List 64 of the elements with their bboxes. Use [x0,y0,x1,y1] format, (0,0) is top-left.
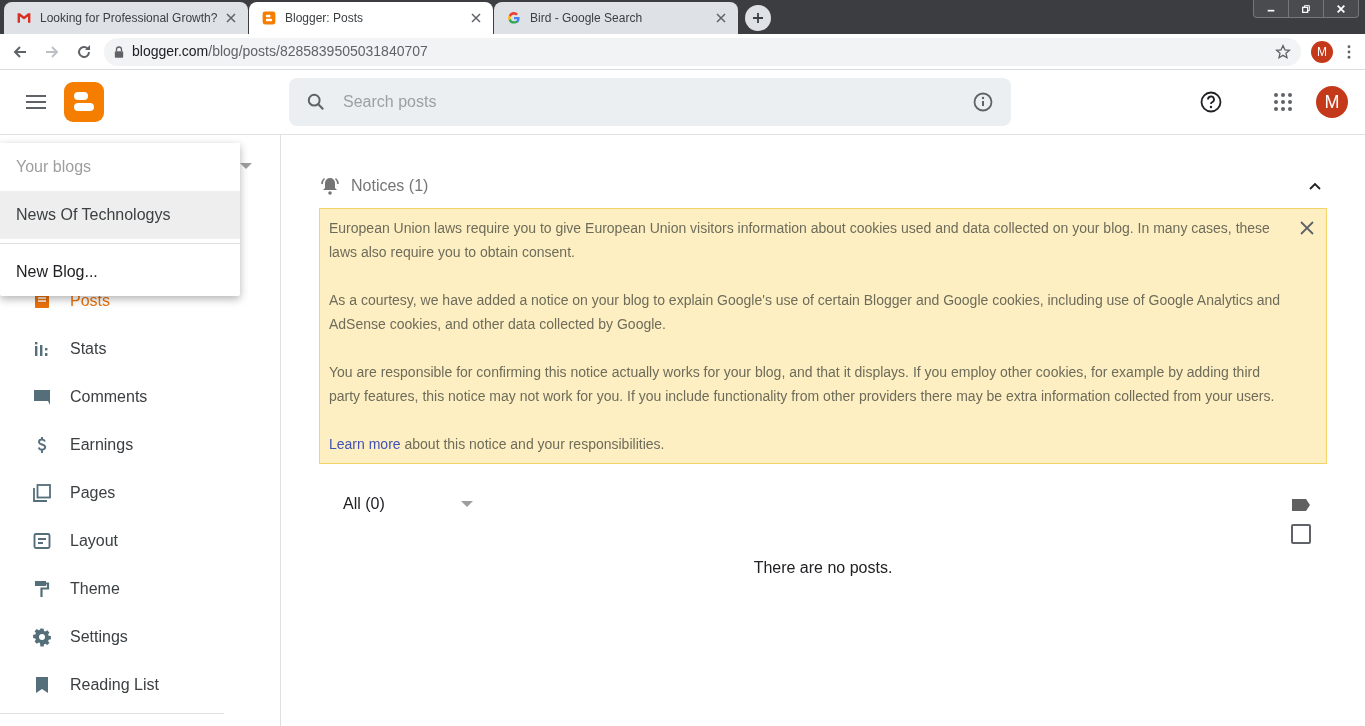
url-text: blogger.com/blog/posts/8285839505031840707 [132,42,429,61]
close-icon [716,13,726,23]
caret-icon [461,501,473,507]
notice-text: European Union laws require you to give European Union visitors information about cookies used and data collected on your blog. In many cases, these laws also require you to obtain consent. [329,219,1271,262]
browser-tab[interactable]: Looking for Professional Growth? [4,2,248,34]
blog-menu-item[interactable]: News Of Technologys [0,191,240,239]
filter-dropdown[interactable]: All (0) [343,492,473,516]
google-icon [506,10,522,26]
notice-text: You are responsible for confirming this notice actually works for your blog, and that it displays. If you employ other cookies, for example by adding third party features, this notice may not work for you. If you include functionality from other providers there may be extra information collected from your users. [329,363,1276,406]
document-icon [32,531,52,551]
notice-text: As a courtesy, we have added a notice on your blog to explain Google's use of certain Blogger and Google cookies, including use of Google Analytics and AdSense cookies, and other data collected by Google. [329,291,1282,334]
info-icon [973,92,993,112]
tab-title: Blogger: Posts [285,10,365,27]
star-icon [1275,43,1291,60]
back-icon [12,43,28,60]
select-all-checkbox[interactable] [1291,524,1311,544]
forward-icon [44,43,60,60]
blogger-icon [261,10,277,26]
close-icon [226,13,236,23]
close-icon [1300,221,1314,235]
sidebar-item[interactable]: Comments [0,373,280,421]
close-icon [1335,3,1347,14]
tab-title: Looking for Professional Growth? [40,10,218,27]
profile-avatar[interactable]: M [1311,40,1333,63]
speech-bubble-icon [32,387,52,407]
sidebar-item[interactable]: Layout [0,517,280,565]
search-field[interactable]: Search posts [289,78,1011,126]
reload-icon [76,43,92,60]
empty-message: There are no posts. [752,558,894,578]
label-icon [1291,498,1311,512]
paint-roller-icon [32,579,52,599]
notice-text: Learn more about this notice and your responsibilities. [329,435,666,454]
menu-icon [26,95,46,109]
sidebar-item[interactable]: Theme [0,565,280,613]
sidebar-item[interactable]: Settings [0,613,280,661]
pages-icon [32,483,52,503]
close-icon [471,13,481,23]
bell-icon [319,176,341,196]
search-input[interactable]: Search posts [343,90,955,114]
browser-tab[interactable]: Blogger: Posts [249,2,493,34]
search-icon [307,93,325,111]
settings-icon [32,627,52,647]
lock-icon [114,45,124,58]
sidebar-item[interactable]: Reading List [0,661,280,709]
browser-tab[interactable]: Bird - Google Search [494,2,738,34]
more-icon [1347,44,1351,59]
account-avatar[interactable]: M [1316,86,1348,118]
tab-title: Bird - Google Search [530,10,644,27]
sidebar-item[interactable]: Pages [0,469,280,517]
notices-heading: Notices (1) [351,176,430,196]
restore-icon [1300,3,1312,14]
new-tab-button[interactable] [745,5,771,31]
address-bar[interactable]: blogger.com/blog/posts/8285839505031840707 [104,37,1301,66]
learn-more-link[interactable]: Learn more [329,436,401,452]
new-blog-item[interactable]: New Blog... [0,248,240,296]
sidebar-item[interactable]: Earnings [0,421,280,469]
blogger-logo-icon [64,82,104,122]
apps-grid-icon [1274,93,1292,111]
sidebar-item[interactable]: Stats [0,325,280,373]
plus-icon [752,12,764,24]
caret-icon [240,163,252,169]
menu-heading: Your blogs [16,157,92,177]
mail-icon [16,10,32,26]
help-icon [1200,91,1222,113]
